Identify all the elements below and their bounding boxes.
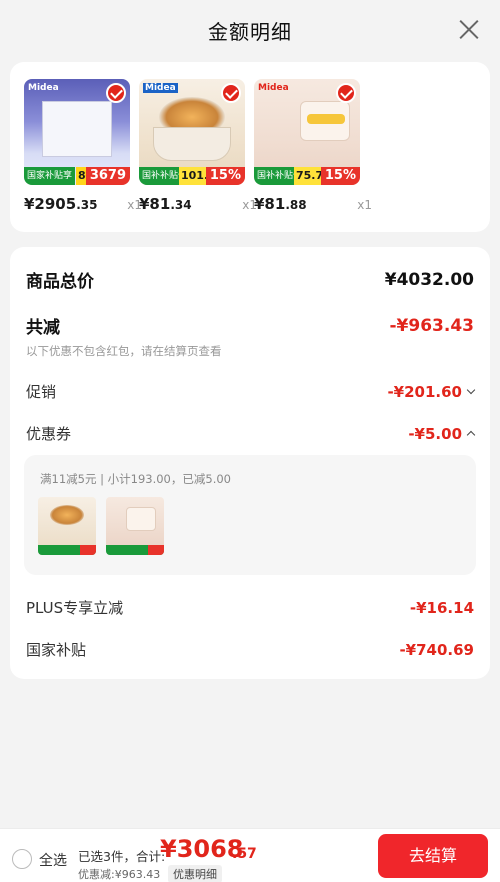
selected-summary: 已选3件，合计: <box>78 849 166 864</box>
pot-illustration <box>50 505 84 525</box>
subsidy-label: 国家补贴 <box>26 641 87 659</box>
price-row: ¥2905 .35 x1 <box>24 195 142 213</box>
promo-row[interactable]: 促销 -¥201.60 <box>26 381 476 402</box>
product-price: ¥2905 <box>24 195 77 213</box>
brand-label: Midea <box>258 83 289 93</box>
steamer-illustration <box>126 507 156 531</box>
tag-red <box>148 545 164 555</box>
price-detail-card: 商品总价 ¥4032.00 共减 -¥963.43 以下优惠不包含红包，请在结算… <box>10 247 490 679</box>
coupon-product-image <box>38 497 96 555</box>
check-icon[interactable] <box>106 83 126 103</box>
select-all-label[interactable]: 全选 <box>39 850 67 870</box>
product-item[interactable]: Midea 国补补贴价 101.15 15% ¥81 .34 x1 <box>139 79 257 213</box>
coupon-detail-text: 满11减5元 | 小计193.00，已减5.00 <box>40 472 231 486</box>
product-price-decimal: .34 <box>170 198 192 212</box>
close-icon[interactable] <box>458 18 480 40</box>
page-title: 金额明细 <box>208 20 292 44</box>
checkout-bar: 全选 已选3件，合计: ¥3068 .57 优惠减:¥963.43 优惠明细 去… <box>0 828 500 882</box>
tag-red: 15% <box>205 167 245 185</box>
coupon-product-image <box>106 497 164 555</box>
promo-value-wrap: -¥201.60 <box>387 382 476 401</box>
tag-red: 15% <box>320 167 360 185</box>
products-card: Midea 国家补贴享 8折 3679 ¥2905 .35 x1 Midea 国… <box>10 62 490 232</box>
checkout-button[interactable]: 去结算 <box>378 834 488 878</box>
total-row: 商品总价 ¥4032.00 <box>26 267 474 293</box>
plus-row: PLUS专享立减 -¥16.14 <box>26 597 474 618</box>
product-price-decimal: .88 <box>285 198 307 212</box>
tag-green: 国家补贴享 <box>24 167 76 185</box>
price-row: ¥81 .34 x1 <box>139 195 257 213</box>
chevron-down-icon[interactable] <box>466 385 476 394</box>
coupon-label: 优惠券 <box>26 425 72 443</box>
reduce-value: -¥963.43 <box>389 315 475 336</box>
select-all-radio[interactable] <box>12 849 32 869</box>
check-icon[interactable] <box>336 83 356 103</box>
discount-detail-button[interactable]: 优惠明细 <box>168 865 222 882</box>
coupon-value-wrap: -¥5.00 <box>408 424 476 443</box>
product-qty: x1 <box>357 198 372 212</box>
total-price-decimal: .57 <box>232 846 257 862</box>
brand-label: Midea <box>143 83 178 93</box>
product-image: Midea 国家补贴享 8折 3679 <box>24 79 130 185</box>
total-price: ¥3068 <box>160 835 244 863</box>
coupon-value: -¥5.00 <box>408 424 462 443</box>
steamer-illustration <box>300 101 350 141</box>
subsidy-row: 国家补贴 -¥740.69 <box>26 639 474 660</box>
reduce-label: 共减 <box>26 318 60 338</box>
check-icon[interactable] <box>221 83 241 103</box>
product-price: ¥81 <box>139 195 171 213</box>
discount-text: 优惠减:¥963.43 <box>78 868 161 881</box>
coupon-row[interactable]: 优惠券 -¥5.00 <box>26 423 476 444</box>
fridge-illustration <box>42 101 112 157</box>
header: 金额明细 <box>0 0 500 60</box>
product-price-decimal: .35 <box>76 198 98 212</box>
chevron-up-icon[interactable] <box>466 430 476 440</box>
coupon-detail-box: 满11减5元 | 小计193.00，已减5.00 <box>24 455 476 575</box>
price-row: ¥81 .88 x1 <box>254 195 372 213</box>
product-item[interactable]: Midea 国家补贴享 8折 3679 ¥2905 .35 x1 <box>24 79 142 213</box>
brand-label: Midea <box>28 83 59 93</box>
tag-red: 3679 <box>85 167 130 185</box>
product-price: ¥81 <box>254 195 286 213</box>
reduce-note: 以下优惠不包含红包，请在结算页查看 <box>26 344 222 358</box>
tag-red <box>80 545 96 555</box>
product-image: Midea 国补补贴价 101.15 15% <box>139 79 245 185</box>
total-value: ¥4032.00 <box>384 269 474 290</box>
corn-illustration <box>307 114 345 124</box>
promo-value: -¥201.60 <box>387 382 462 401</box>
plus-label: PLUS专享立减 <box>26 599 124 617</box>
subsidy-value: -¥740.69 <box>399 640 474 659</box>
reduce-row: 共减 -¥963.43 <box>26 313 475 339</box>
product-image: Midea 国补补贴价 75.7 15% <box>254 79 360 185</box>
product-item[interactable]: Midea 国补补贴价 75.7 15% ¥81 .88 x1 <box>254 79 372 213</box>
promo-label: 促销 <box>26 383 57 401</box>
plus-value: -¥16.14 <box>409 598 474 617</box>
pot-body <box>153 127 231 161</box>
total-label: 商品总价 <box>26 272 94 292</box>
